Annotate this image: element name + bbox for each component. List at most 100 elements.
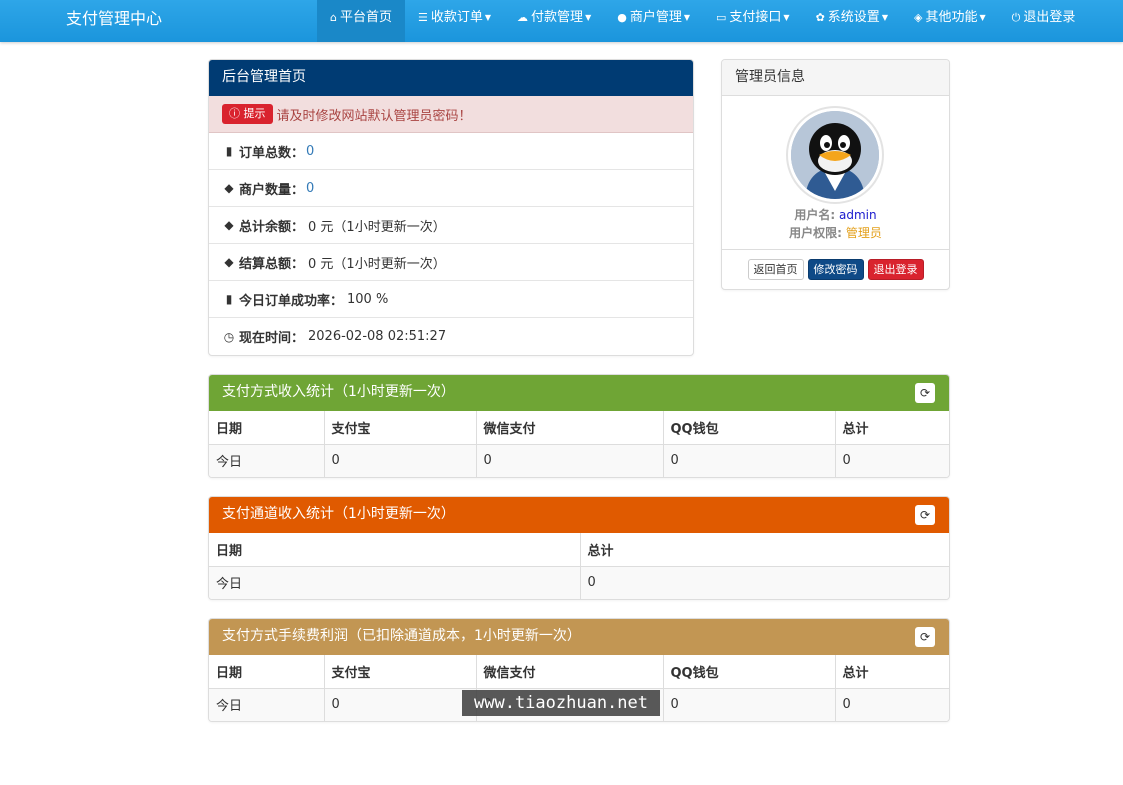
- nav-item-4[interactable]: ▭ 支付接口 ▼: [703, 0, 803, 42]
- stat-value: 2026-02-08 02:51:27: [308, 329, 447, 344]
- stat-row: ◆ 总计余额： 0 元（1小时更新一次）: [209, 207, 693, 244]
- clock-icon: ◷: [223, 329, 235, 344]
- nav-item-label: 退出登录: [1023, 10, 1076, 25]
- top-navbar: 支付管理中心 ⌂ 平台首页 ☰ 收款订单 ▼ ☁ 付款管理 ▼ ● 商户管理 ▼ ▭ 支付接口 ▼ ✿ 系统设…: [0, 0, 1123, 42]
- main-nav: ⌂ 平台首页 ☰ 收款订单 ▼ ☁ 付款管理 ▼ ● 商户管理 ▼ ▭ 支付接口 ▼ ✿ 系统设置 ▼ ◈ 其他功能…: [317, 0, 1088, 42]
- table-cell: 0: [835, 688, 949, 721]
- nav-item-6[interactable]: ◈ 其他功能 ▼: [901, 0, 999, 42]
- home-icon: ⌂: [330, 11, 337, 24]
- drop-icon: ◆: [224, 181, 234, 195]
- drop-icon: ◆: [224, 255, 234, 269]
- column-header: 日期: [209, 655, 325, 689]
- channel-income-title: 支付通道收入统计（1小时更新一次） ⟳: [209, 497, 949, 533]
- avatar: [786, 106, 884, 204]
- admin-home-panel: 后台管理首页 ⓘ 提示 请及时修改网站默认管理员密码！ ▮ 订单总数： 0 ◆ 商户数量…: [208, 59, 694, 356]
- column-header: 总计: [835, 655, 949, 689]
- stat-label: 商户数量：: [239, 182, 305, 198]
- user-icon: ●: [617, 11, 627, 24]
- channel-income-panel: 支付通道收入统计（1小时更新一次） ⟳ 日期 总计 今日 0: [208, 496, 950, 600]
- credit-card-icon: ▭: [716, 11, 727, 24]
- username-value: admin: [839, 208, 877, 222]
- table-cell: 0: [663, 444, 836, 477]
- table-cell: 0: [324, 688, 477, 721]
- drop-icon: ◆: [224, 218, 234, 232]
- column-header: 总计: [580, 533, 949, 567]
- stat-label: 今日订单成功率：: [239, 293, 344, 309]
- watermark: www.tiaozhuan.net: [462, 690, 660, 716]
- stat-row: ◆ 商户数量： 0: [209, 170, 693, 207]
- nav-item-5[interactable]: ✿ 系统设置 ▼: [803, 0, 901, 42]
- logout-button[interactable]: 退出登录: [867, 259, 924, 280]
- nav-item-label: 支付接口: [729, 10, 782, 25]
- change-password-button[interactable]: 修改密码: [807, 259, 864, 280]
- stat-value[interactable]: 0: [306, 144, 314, 159]
- nav-item-3[interactable]: ● 商户管理 ▼: [604, 0, 703, 42]
- refresh-icon[interactable]: ⟳: [915, 627, 935, 647]
- tip-badge: ⓘ 提示: [222, 104, 273, 124]
- method-income-table: 日期 支付宝 微信支付 QQ钱包 总计 今日 0 0 0 0: [209, 411, 949, 477]
- role-label: 用户权限:: [789, 226, 842, 240]
- power-icon: ⏻: [1011, 11, 1021, 24]
- stat-row: ◷ 现在时间： 2026-02-08 02:51:27: [209, 318, 693, 355]
- stat-label: 总计余额：: [239, 219, 305, 235]
- nav-item-1[interactable]: ☰ 收款订单 ▼: [405, 0, 504, 42]
- column-header: 日期: [209, 411, 325, 445]
- method-income-title-text: 支付方式收入统计（1小时更新一次）: [222, 384, 455, 400]
- brand-title[interactable]: 支付管理中心: [66, 0, 162, 42]
- admin-actions: 返回首页 修改密码 退出登录: [722, 259, 949, 280]
- username-line: 用户名: admin: [722, 206, 949, 223]
- column-header: 微信支付: [476, 655, 664, 689]
- nav-item-7[interactable]: ⏻ 退出登录: [999, 0, 1089, 42]
- bar-chart-icon: ▮: [225, 144, 233, 158]
- username-label: 用户名:: [794, 208, 836, 222]
- stat-row: ◆ 结算总额： 0 元（1小时更新一次）: [209, 244, 693, 281]
- refresh-icon[interactable]: ⟳: [915, 383, 935, 403]
- stat-label: 订单总数：: [239, 145, 305, 161]
- method-income-panel: 支付方式收入统计（1小时更新一次） ⟳ 日期 支付宝 微信支付 QQ钱包 总计 今日 0 0…: [208, 374, 950, 478]
- stat-row: ▮ 订单总数： 0: [209, 133, 693, 170]
- column-header: QQ钱包: [663, 655, 836, 689]
- nav-item-label: 其他功能: [925, 10, 978, 25]
- list-icon: ☰: [418, 11, 428, 24]
- caret-down-icon: ▼: [783, 13, 790, 22]
- back-home-button[interactable]: 返回首页: [747, 259, 804, 280]
- stats-list: ▮ 订单总数： 0 ◆ 商户数量： 0 ◆ 总计余额： 0 元（1小时更新一次） ◆ 结算总额： 0 …: [209, 133, 693, 355]
- admin-info-title: 管理员信息: [722, 60, 949, 96]
- stat-label: 结算总额：: [239, 256, 305, 272]
- channel-income-title-text: 支付通道收入统计（1小时更新一次）: [222, 506, 455, 522]
- table-cell: 今日: [209, 444, 325, 477]
- table-cell: 0: [580, 566, 949, 599]
- stat-value: 0 元（1小时更新一次）: [308, 256, 446, 272]
- table-row: 今日0000: [209, 444, 949, 477]
- stat-label: 现在时间：: [239, 331, 305, 346]
- column-header: 支付宝: [324, 411, 477, 445]
- caret-down-icon: ▼: [683, 13, 690, 22]
- admin-info-panel: 管理员信息 用户名: admin 用户权限: 管理员 返回首页 修改密码 退出登…: [721, 59, 950, 290]
- caret-down-icon: ▼: [585, 13, 592, 22]
- channel-income-table: 日期 总计 今日 0: [209, 533, 949, 599]
- method-income-title: 支付方式收入统计（1小时更新一次） ⟳: [209, 375, 949, 411]
- stat-value: 100 %: [347, 291, 389, 307]
- role-line: 用户权限: 管理员: [722, 224, 949, 241]
- table-cell: 0: [324, 444, 477, 477]
- stat-value[interactable]: 0: [306, 181, 314, 196]
- table-cell: 今日: [209, 688, 325, 721]
- nav-item-label: 平台首页: [339, 10, 392, 25]
- table-cell: 0: [835, 444, 949, 477]
- table-cell: 0: [663, 688, 836, 721]
- column-header: 微信支付: [476, 411, 664, 445]
- nav-item-2[interactable]: ☁ 付款管理 ▼: [504, 0, 604, 42]
- info-divider: [722, 249, 949, 250]
- role-value: 管理员: [845, 226, 882, 240]
- penguin-avatar-icon: [791, 111, 879, 199]
- nav-item-label: 商户管理: [629, 10, 682, 25]
- column-header: 支付宝: [324, 655, 477, 689]
- cloud-icon: ☁: [517, 11, 529, 24]
- nav-item-0[interactable]: ⌂ 平台首页: [317, 0, 405, 42]
- fee-profit-title-text: 支付方式手续费利润（已扣除通道成本，1小时更新一次）: [222, 628, 581, 644]
- nav-item-label: 收款订单: [430, 10, 483, 25]
- caret-down-icon: ▼: [979, 13, 986, 22]
- refresh-icon[interactable]: ⟳: [915, 505, 935, 525]
- fee-profit-title: 支付方式手续费利润（已扣除通道成本，1小时更新一次） ⟳: [209, 619, 949, 655]
- password-alert: ⓘ 提示 请及时修改网站默认管理员密码！: [209, 96, 693, 133]
